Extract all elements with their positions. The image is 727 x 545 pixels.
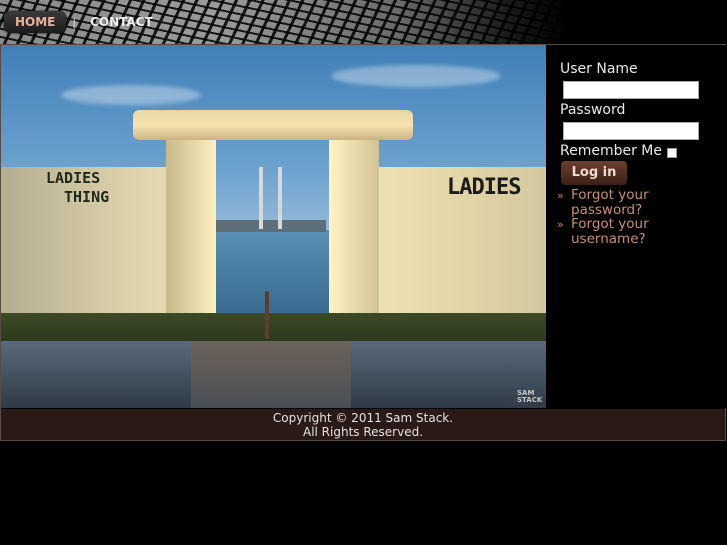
footer-copyright: Copyright © 2011 Sam Stack. (272, 411, 454, 425)
photo-watermark: SAM STACK (517, 390, 542, 404)
path-shape (191, 341, 351, 408)
username-label: User Name (560, 61, 638, 77)
content-frame: LADIES THING LADIES SAM STACK User Name … (0, 44, 726, 441)
nav-separator: | (72, 15, 77, 29)
forgot-password-text[interactable]: Forgot your password? (571, 188, 671, 218)
nav-home-link[interactable]: HOME (4, 11, 67, 33)
remember-me-checkbox[interactable] (667, 148, 677, 158)
username-field[interactable] (563, 81, 699, 99)
login-form: User Name Password Remember Me Log in » … (547, 45, 726, 408)
chimney-shape (278, 167, 282, 229)
password-field[interactable] (563, 122, 699, 140)
watermark-line2: STACK (517, 396, 543, 404)
main-nav: HOME | CONTACT (4, 11, 153, 33)
sign-left: LADIES THING (46, 169, 109, 207)
forgot-username-link[interactable]: » Forgot your username? (557, 217, 671, 247)
post-shape (265, 291, 269, 339)
login-button[interactable]: Log in (561, 161, 627, 185)
footer-rights: All Rights Reserved. (302, 425, 424, 439)
double-chevron-right-icon: » (557, 218, 564, 231)
sign-left-line1: LADIES (46, 169, 101, 187)
lintel-shape (133, 110, 413, 140)
far-shore-shape (216, 220, 326, 232)
chimney-shape (259, 167, 263, 229)
forgot-username-text[interactable]: Forgot your username? (571, 217, 671, 247)
footer: Copyright © 2011 Sam Stack. All Rights R… (1, 409, 725, 440)
cloud-shape (61, 85, 201, 105)
cloud-shape (331, 65, 501, 87)
remember-me-label: Remember Me (560, 143, 662, 159)
sign-left-line2: THING (64, 188, 110, 206)
sign-right: LADIES (447, 175, 521, 200)
header-banner: HOME | CONTACT (0, 0, 727, 44)
nav-contact-link[interactable]: CONTACT (90, 15, 153, 29)
double-chevron-right-icon: » (557, 189, 564, 202)
forgot-password-link[interactable]: » Forgot your password? (557, 188, 671, 218)
hero-photo: LADIES THING LADIES SAM STACK (1, 45, 546, 408)
password-label: Password (560, 102, 626, 118)
